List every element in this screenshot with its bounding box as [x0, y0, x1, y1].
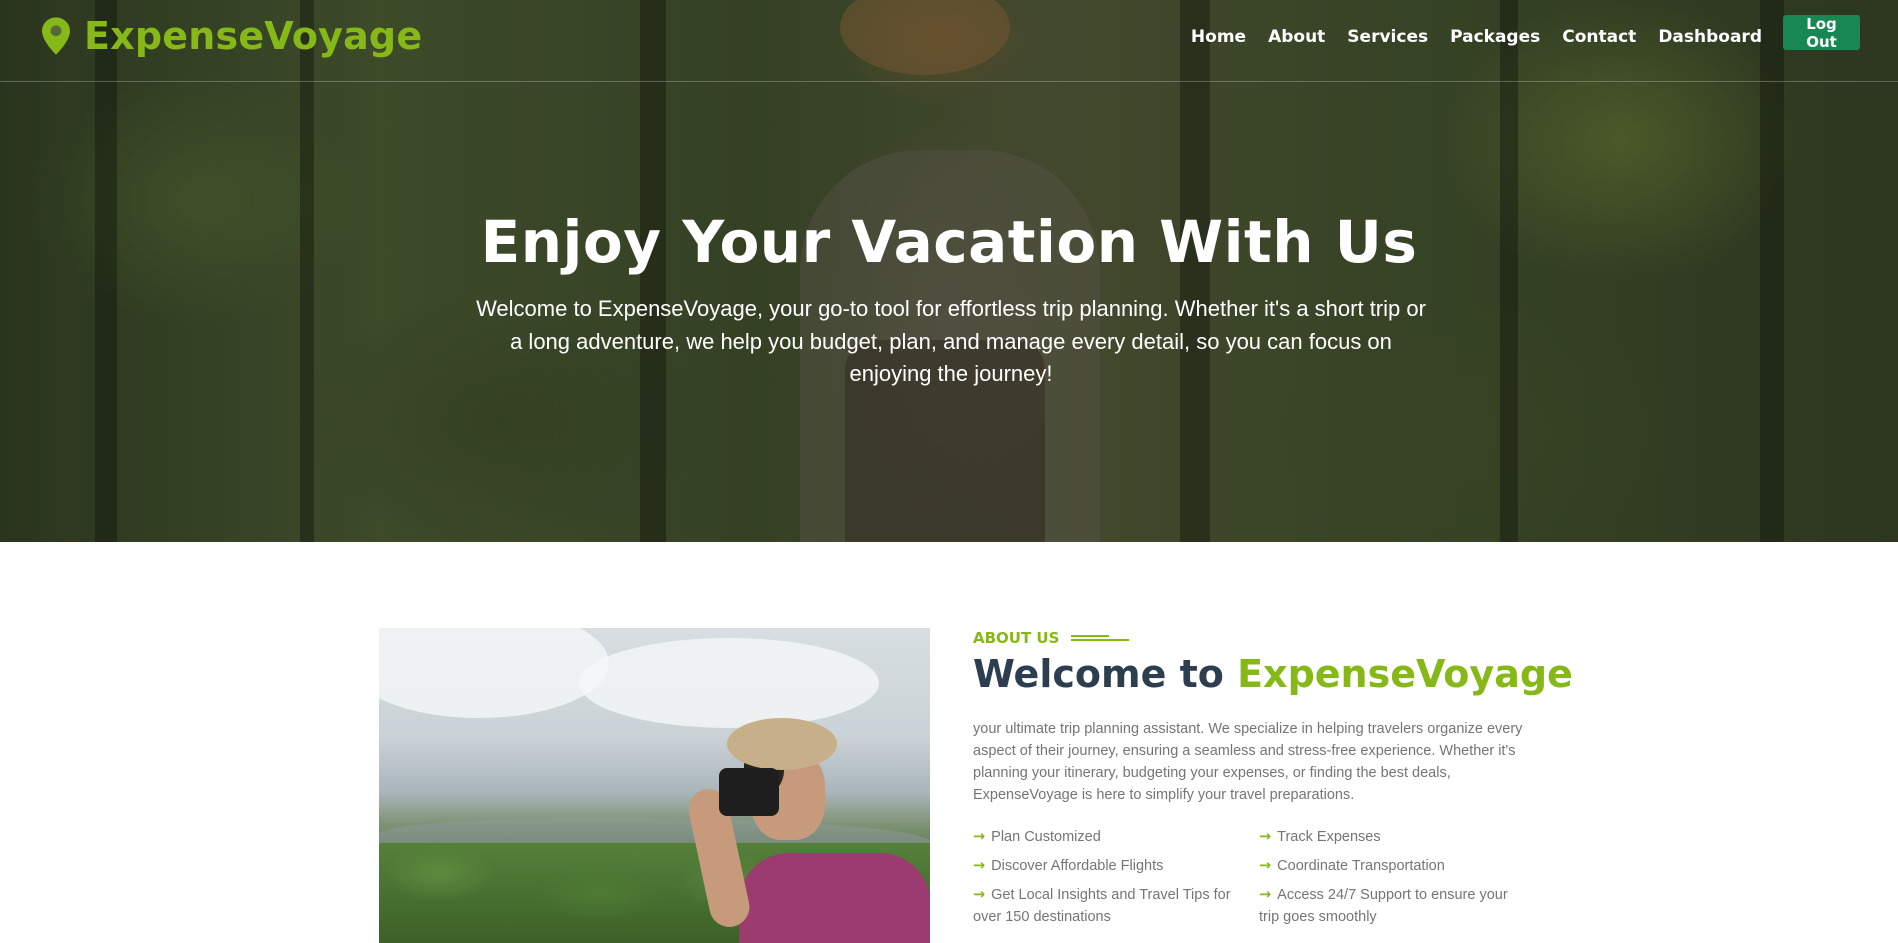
hero-title: Enjoy Your Vacation With Us — [480, 208, 1418, 276]
hero-subtitle: Welcome to ExpenseVoyage, your go-to too… — [476, 296, 1426, 386]
photo-cloud — [579, 638, 879, 728]
arrow-right-icon: → — [973, 887, 986, 903]
about-text: your ultimate trip planning assistant. W… — [973, 721, 1523, 803]
feature-item: → Coordinate Transportation — [1259, 855, 1529, 877]
about-title-prefix: Welcome to — [973, 652, 1238, 696]
brand-name: ExpenseVoyage — [84, 14, 423, 58]
arrow-right-icon: → — [1259, 829, 1272, 845]
feature-text: Coordinate Transportation — [1277, 858, 1445, 874]
feature-item: → Track Expenses — [1259, 826, 1529, 848]
nav-link-contact[interactable]: Contact — [1562, 27, 1636, 47]
nav-link-dashboard[interactable]: Dashboard — [1658, 27, 1762, 47]
map-pin-icon — [42, 17, 70, 55]
logout-button[interactable]: Log Out — [1783, 15, 1860, 51]
about-label-text: ABOUT US — [973, 629, 1060, 647]
photo-man-hat — [727, 718, 837, 770]
camera-icon — [719, 768, 779, 816]
label-divider — [1071, 633, 1130, 643]
feature-text: Plan Customized — [991, 829, 1101, 845]
nav-link-about[interactable]: About — [1268, 27, 1325, 47]
feature-item: → Access 24/7 Support to ensure your trip… — [1259, 884, 1529, 928]
feature-text: Get Local Insights and Travel Tips for o… — [973, 887, 1231, 925]
feature-item: → Plan Customized — [973, 826, 1243, 848]
nav-link-packages[interactable]: Packages — [1450, 27, 1540, 47]
photo-cloud — [379, 628, 609, 718]
nav-links: Home About Services Packages Contact Das… — [1169, 27, 1762, 47]
arrow-right-icon: → — [1259, 887, 1272, 903]
arrow-right-icon: → — [973, 829, 986, 845]
feature-text: Access 24/7 Support to ensure your trip … — [1259, 887, 1508, 925]
arrow-right-icon: → — [973, 858, 986, 874]
feature-item: → Discover Affordable Flights — [973, 855, 1243, 877]
brand-logo[interactable]: ExpenseVoyage — [42, 14, 422, 58]
photo-man-shirt — [739, 853, 930, 943]
nav-link-services[interactable]: Services — [1347, 27, 1428, 47]
nav-link-home[interactable]: Home — [1191, 27, 1246, 47]
feature-text: Track Expenses — [1277, 829, 1381, 845]
feature-text: Discover Affordable Flights — [991, 858, 1164, 874]
arrow-right-icon: → — [1259, 858, 1272, 874]
about-title-brand: ExpenseVoyage — [1237, 652, 1573, 696]
about-photo — [379, 628, 930, 943]
feature-item: → Get Local Insights and Travel Tips for … — [973, 884, 1243, 928]
navbar: ExpenseVoyage Home About Services Packag… — [0, 0, 1898, 82]
about-section-label: ABOUT US — [973, 629, 1130, 647]
about-title: Welcome to ExpenseVoyage — [973, 652, 1573, 696]
